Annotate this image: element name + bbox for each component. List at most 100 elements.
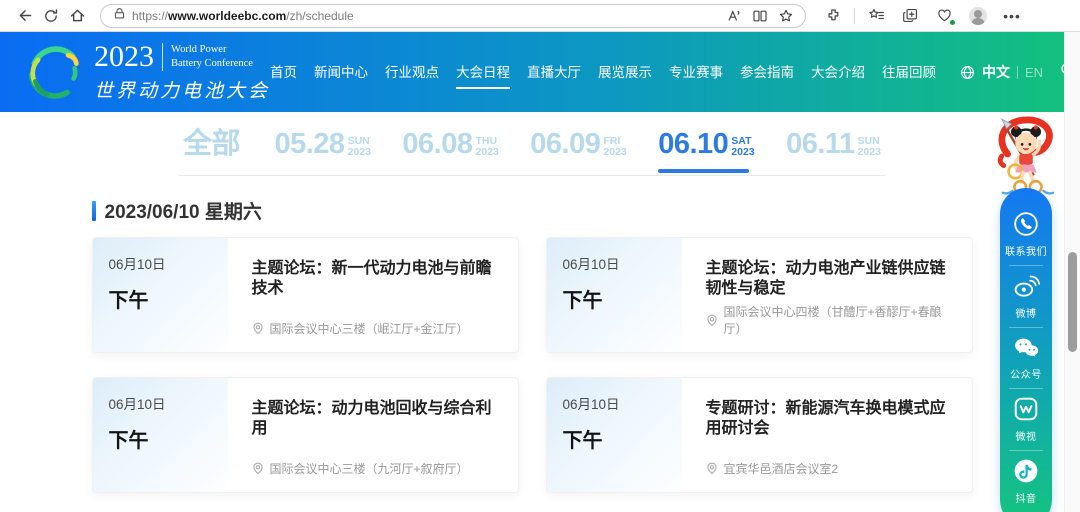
favorite-star-icon[interactable] bbox=[773, 5, 799, 27]
event-title: 主题论坛：新一代动力电池与前瞻技术 bbox=[251, 260, 492, 297]
lang-en[interactable]: EN bbox=[1025, 65, 1043, 80]
logo-year: 2023 bbox=[94, 39, 154, 73]
event-location: 国际会议中心三楼（岷江厅+金江厅） bbox=[252, 320, 498, 337]
extensions-icon[interactable] bbox=[820, 5, 846, 27]
site-logo[interactable]: 2023 World Power Battery Conference 世界动力电… bbox=[26, 39, 271, 103]
douyin-icon bbox=[1014, 459, 1038, 483]
browser-toolbar: https://www.worldeebc.com/zh/schedule ••… bbox=[0, 0, 1080, 32]
wechat-official-button[interactable]: 公众号 bbox=[1010, 328, 1042, 388]
event-title: 专题研讨：新能源汽车换电模式应用研讨会 bbox=[705, 400, 946, 437]
location-pin-icon bbox=[706, 314, 717, 326]
event-location: 国际会议中心三楼（九河厅+叙府厅） bbox=[252, 460, 498, 477]
location-pin-icon bbox=[252, 322, 263, 335]
event-body: 专题研讨：新能源汽车换电模式应用研讨会 宜宾华邑酒店会议室2 bbox=[682, 378, 972, 492]
event-date: 06月10日 bbox=[562, 397, 620, 412]
site-header: 2023 World Power Battery Conference 世界动力电… bbox=[0, 32, 1075, 112]
browser-essentials-icon[interactable] bbox=[931, 5, 957, 27]
nav-item[interactable]: 往届回顾 bbox=[882, 61, 936, 83]
toolbar-right-icons: ••• bbox=[820, 5, 1025, 27]
url-text[interactable]: https://www.worldeebc.com/zh/schedule bbox=[132, 9, 354, 23]
section-title: 2023/06/10 星期六 bbox=[91, 197, 973, 224]
douyin-button[interactable]: 抖音 bbox=[1013, 451, 1039, 512]
page-scrollbar[interactable] bbox=[1064, 32, 1080, 512]
contact-us-button[interactable]: 联系我们 bbox=[1005, 204, 1047, 265]
date-tab[interactable]: 06.09 FRI 2023 bbox=[530, 130, 626, 159]
lock-icon[interactable] bbox=[113, 7, 126, 25]
page-body: 2023 World Power Battery Conference 世界动力电… bbox=[0, 32, 1075, 512]
home-icon[interactable] bbox=[64, 5, 90, 27]
date-tab[interactable]: 全部 bbox=[183, 130, 243, 159]
event-location: 国际会议中心四楼（甘醴厅+香醪厅+春酿厅） bbox=[706, 303, 952, 337]
location-pin-icon bbox=[252, 462, 263, 475]
event-date-panel: 06月10日 下午 bbox=[546, 238, 682, 352]
weibo-button[interactable]: 微博 bbox=[1013, 266, 1040, 327]
collections-icon[interactable] bbox=[897, 5, 923, 27]
event-date: 06月10日 bbox=[108, 397, 166, 412]
settings-menu-icon[interactable]: ••• bbox=[999, 5, 1025, 27]
phone-icon bbox=[1014, 212, 1038, 236]
nav-item[interactable]: 行业观点 bbox=[385, 61, 439, 83]
favorites-bar-icon[interactable] bbox=[863, 5, 889, 27]
title-accent-bar bbox=[91, 200, 96, 221]
read-aloud-icon[interactable] bbox=[721, 5, 747, 27]
nav-item[interactable]: 专业赛事 bbox=[669, 61, 723, 83]
split-screen-icon[interactable] bbox=[747, 5, 773, 27]
date-tab[interactable]: 05.28 SUN 2023 bbox=[274, 130, 370, 159]
event-card[interactable]: 06月10日 下午 专题研讨：新能源汽车换电模式应用研讨会 宜宾华邑酒店会议室2 bbox=[545, 377, 973, 493]
event-body: 主题论坛：动力电池产业链供应链韧性与稳定 国际会议中心四楼（甘醴厅+香醪厅+春酿… bbox=[682, 238, 972, 352]
event-body: 主题论坛：新一代动力电池与前瞻技术 国际会议中心三楼（岷江厅+金江厅） bbox=[228, 238, 518, 352]
profile-avatar[interactable] bbox=[965, 5, 991, 27]
event-period: 下午 bbox=[562, 430, 603, 452]
address-bar[interactable]: https://www.worldeebc.com/zh/schedule bbox=[100, 3, 806, 28]
weishi-icon bbox=[1014, 397, 1038, 421]
weishi-button[interactable]: 微视 bbox=[1013, 389, 1039, 450]
nav-item[interactable]: 大会日程 bbox=[456, 61, 511, 89]
logo-text: 2023 World Power Battery Conference 世界动力电… bbox=[94, 39, 271, 103]
back-icon[interactable] bbox=[12, 5, 38, 27]
nav-item[interactable]: 大会介绍 bbox=[811, 61, 865, 83]
event-date: 06月10日 bbox=[562, 257, 620, 272]
globe-icon bbox=[961, 65, 974, 79]
main-nav: 首页 新闻中心 行业观点 大会日程 直播大厅 展览展示 专业赛事 参会指南 大会… bbox=[270, 61, 936, 89]
event-period: 下午 bbox=[562, 290, 603, 312]
weibo-icon bbox=[1014, 275, 1040, 297]
event-date: 06月10日 bbox=[108, 257, 166, 272]
nav-item[interactable]: 展览展示 bbox=[598, 61, 652, 83]
event-title: 主题论坛：动力电池回收与综合利用 bbox=[251, 400, 492, 437]
nav-item[interactable]: 新闻中心 bbox=[314, 61, 368, 83]
refresh-icon[interactable] bbox=[38, 5, 64, 27]
date-tab[interactable]: 06.10 SAT 2023 bbox=[658, 130, 755, 173]
event-period: 下午 bbox=[108, 290, 149, 312]
nezha-mascot-image bbox=[994, 112, 1058, 198]
location-pin-icon bbox=[706, 462, 717, 475]
schedule-content: 2023/06/10 星期六 06月10日 下午 主题论坛：新一代动力电池与前瞻… bbox=[91, 197, 973, 493]
event-card[interactable]: 06月10日 下午 主题论坛：新一代动力电池与前瞻技术 国际会议中心三楼（岷江厅… bbox=[91, 237, 519, 353]
toolbar-divider bbox=[854, 7, 855, 24]
social-float-widget: 联系我们 微博 公众号 微视 抖音 bbox=[1000, 188, 1052, 512]
event-card[interactable]: 06月10日 下午 主题论坛：动力电池回收与综合利用 国际会议中心三楼（九河厅+… bbox=[91, 377, 519, 493]
globe-logo-icon bbox=[28, 46, 79, 99]
logo-divider bbox=[162, 42, 163, 71]
essentials-badge bbox=[949, 18, 956, 26]
nav-item[interactable]: 首页 bbox=[270, 61, 297, 83]
event-card[interactable]: 06月10日 下午 主题论坛：动力电池产业链供应链韧性与稳定 国际会议中心四楼（… bbox=[545, 237, 973, 353]
event-title: 主题论坛：动力电池产业链供应链韧性与稳定 bbox=[705, 260, 946, 297]
event-body: 主题论坛：动力电池回收与综合利用 国际会议中心三楼（九河厅+叙府厅） bbox=[228, 378, 518, 492]
lang-divider bbox=[1017, 65, 1019, 79]
scrollbar-thumb[interactable] bbox=[1068, 252, 1077, 352]
event-date-panel: 06月10日 下午 bbox=[92, 378, 228, 492]
logo-cn-name: 世界动力电池大会 bbox=[94, 79, 271, 102]
date-tab[interactable]: 06.08 THU 2023 bbox=[402, 130, 498, 159]
section-title-text: 2023/06/10 星期六 bbox=[104, 202, 262, 223]
event-date-panel: 06月10日 下午 bbox=[92, 238, 228, 352]
lang-zh[interactable]: 中文 bbox=[982, 62, 1010, 82]
event-location: 宜宾华邑酒店会议室2 bbox=[706, 460, 952, 477]
date-tab[interactable]: 06.11 SUN 2023 bbox=[786, 130, 881, 159]
nav-item[interactable]: 参会指南 bbox=[740, 61, 794, 83]
language-switcher: 中文 EN bbox=[960, 62, 1076, 83]
event-period: 下午 bbox=[108, 430, 149, 452]
date-tabs: 全部 05.28 SUN 2023 06.08 THU 2023 06.09 F… bbox=[179, 126, 885, 176]
nav-item[interactable]: 直播大厅 bbox=[527, 61, 581, 83]
event-cards: 06月10日 下午 主题论坛：新一代动力电池与前瞻技术 国际会议中心三楼（岷江厅… bbox=[91, 237, 973, 493]
event-date-panel: 06月10日 下午 bbox=[546, 378, 682, 492]
